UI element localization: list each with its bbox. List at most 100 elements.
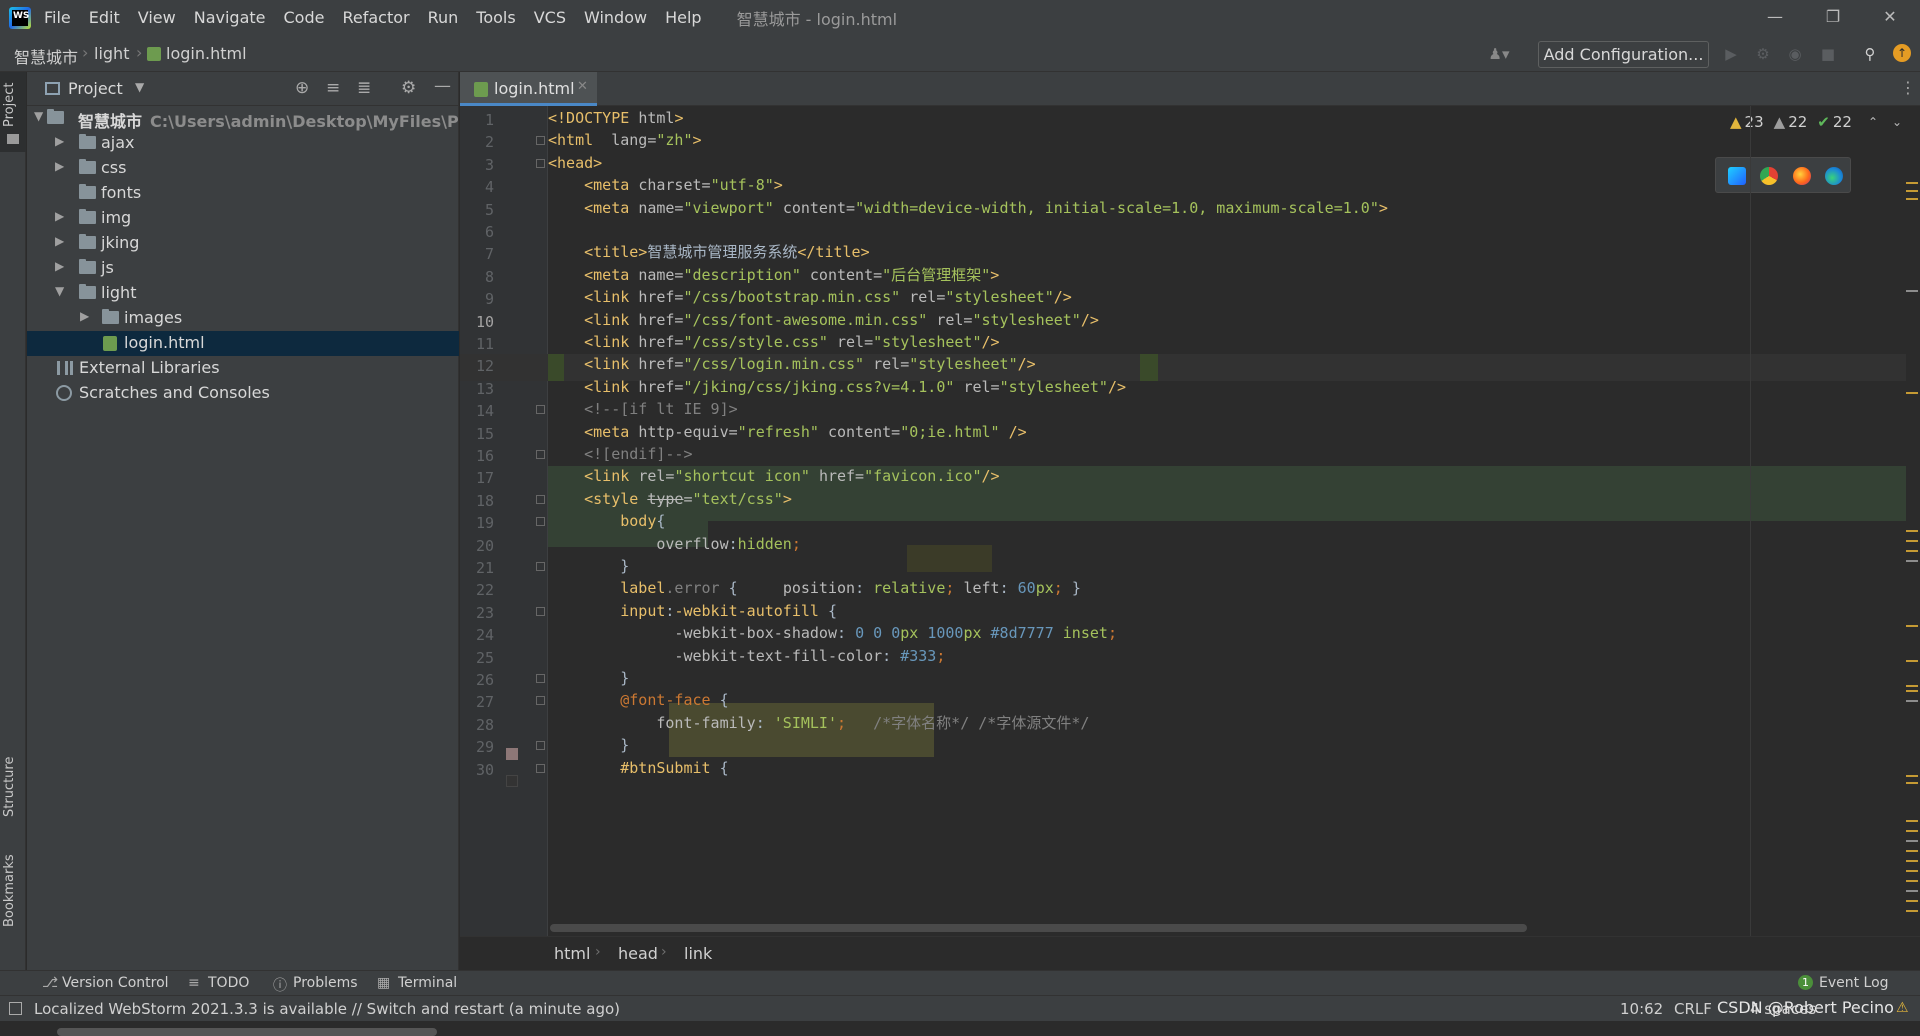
chevron-down-icon[interactable]: ▼ <box>34 109 43 123</box>
menu-code[interactable]: Code <box>275 0 334 36</box>
stripe-mark[interactable] <box>1906 700 1918 702</box>
stripe-mark[interactable] <box>1906 820 1918 822</box>
breadcrumb-project[interactable]: 智慧城市 <box>14 44 78 68</box>
chevron-right-icon[interactable]: ▶ <box>55 234 64 248</box>
breadcrumb-file[interactable]: login.html <box>166 44 247 63</box>
expand-all-icon[interactable]: ≡ <box>326 78 340 98</box>
restore-icon[interactable]: ❐ <box>1803 0 1863 36</box>
minimize-icon[interactable]: — <box>1745 0 1805 36</box>
edge-icon[interactable] <box>1825 167 1843 185</box>
fold-marker-icon[interactable] <box>536 450 545 459</box>
gear-icon[interactable]: ⚙ <box>401 78 416 98</box>
fold-marker-icon[interactable] <box>536 674 545 683</box>
close-window-icon[interactable]: ✕ <box>1860 0 1920 36</box>
menu-run[interactable]: Run <box>419 0 468 36</box>
stripe-mark[interactable] <box>1906 910 1918 912</box>
collapse-all-icon[interactable]: ≣ <box>357 78 371 98</box>
stripe-mark[interactable] <box>1906 190 1918 192</box>
crumb-html[interactable]: html <box>554 944 590 963</box>
stripe-mark[interactable] <box>1906 880 1918 882</box>
stripe-mark[interactable] <box>1906 830 1918 832</box>
tool-windows-toggle-icon[interactable] <box>9 1002 22 1015</box>
tree-item-fonts[interactable]: fonts <box>27 181 459 206</box>
firefox-icon[interactable] <box>1793 167 1811 185</box>
fold-marker-icon[interactable] <box>536 494 545 504</box>
chevron-right-icon[interactable]: ▶ <box>55 259 64 273</box>
fold-marker-icon[interactable] <box>536 562 545 571</box>
fold-marker-icon[interactable] <box>536 696 545 706</box>
project-panel-title[interactable]: Project <box>68 79 123 98</box>
tree-item-js[interactable]: ▶ js <box>27 256 459 281</box>
more-options-icon[interactable]: ⋮ <box>1900 78 1916 97</box>
error-stripe[interactable] <box>1906 106 1920 936</box>
tab-login-html[interactable]: login.html ✕ <box>460 72 597 106</box>
inspection-widget[interactable]: ▲ 23 ▲ 22 ✔ 22 ⌃ ⌄ <box>1730 111 1902 133</box>
line-separator[interactable]: CRLF <box>1674 1000 1712 1018</box>
stripe-mark[interactable] <box>1906 870 1918 872</box>
problems-tab[interactable]: Problems <box>293 975 358 991</box>
terminal-tab[interactable]: Terminal <box>398 975 457 991</box>
add-configuration-button[interactable]: Add Configuration... <box>1538 41 1709 68</box>
stripe-mark[interactable] <box>1906 860 1918 862</box>
chevron-right-icon[interactable]: ▶ <box>55 159 64 173</box>
stripe-mark[interactable] <box>1906 198 1918 200</box>
stripe-mark[interactable] <box>1906 850 1918 852</box>
hide-panel-icon[interactable]: — <box>434 76 451 96</box>
event-log-tab[interactable]: Event Log <box>1819 975 1889 991</box>
chevron-right-icon[interactable]: ▶ <box>55 134 64 148</box>
chevron-down-icon[interactable]: ▼ <box>55 284 64 298</box>
menu-navigate[interactable]: Navigate <box>185 0 275 36</box>
fold-marker-icon[interactable] <box>536 158 545 168</box>
update-icon[interactable]: ↑ <box>1893 44 1911 62</box>
fold-marker-icon[interactable] <box>536 741 545 751</box>
stripe-mark[interactable] <box>1906 782 1918 784</box>
chevron-down-icon[interactable]: ▼ <box>135 80 144 94</box>
locate-file-icon[interactable]: ⊕ <box>295 78 309 98</box>
breadcrumb-folder[interactable]: light <box>94 44 129 63</box>
fold-marker-icon[interactable] <box>536 763 545 773</box>
stripe-mark[interactable] <box>1906 690 1918 692</box>
tree-item-img[interactable]: ▶ img <box>27 206 459 231</box>
caret-position[interactable]: 10:62 <box>1620 1000 1663 1018</box>
chrome-icon[interactable] <box>1760 167 1778 185</box>
todo-tab[interactable]: TODO <box>208 975 249 991</box>
stripe-mark[interactable] <box>1906 530 1918 532</box>
previous-highlight-icon[interactable]: ⌃ <box>1868 115 1878 129</box>
color-swatch-icon[interactable] <box>506 748 518 760</box>
fold-marker-icon[interactable] <box>536 606 545 616</box>
menu-view[interactable]: View <box>129 0 185 36</box>
tree-item-external-libraries[interactable]: External Libraries <box>27 356 459 381</box>
chevron-right-icon[interactable]: ▶ <box>55 209 64 223</box>
tree-item-jking[interactable]: ▶ jking <box>27 231 459 256</box>
tree-item-project-root[interactable]: ▼ 智慧城市 C:\Users\admin\Desktop\MyFiles\Pro… <box>27 106 533 131</box>
stripe-mark[interactable] <box>1906 550 1918 552</box>
menu-window[interactable]: Window <box>575 0 656 36</box>
tree-item-login-html[interactable]: login.html <box>27 331 459 356</box>
tree-item-ajax[interactable]: ▶ ajax <box>27 131 459 156</box>
stripe-mark[interactable] <box>1906 900 1918 902</box>
menu-vcs[interactable]: VCS <box>525 0 575 36</box>
stripe-mark[interactable] <box>1906 540 1918 542</box>
project-horizontal-scrollbar[interactable] <box>57 1028 437 1036</box>
debug-icon[interactable]: ⚙ <box>1753 44 1773 64</box>
coverage-icon[interactable]: ◉ <box>1785 44 1805 64</box>
stripe-mark[interactable] <box>1906 290 1918 292</box>
notifications-icon[interactable]: ⚠ <box>1896 1000 1909 1016</box>
code-editor[interactable]: <!DOCTYPE html> <html lang="zh"> <head> <m… <box>548 106 1920 936</box>
version-control-tab[interactable]: Version Control <box>62 975 169 991</box>
close-tab-icon[interactable]: ✕ <box>577 79 588 94</box>
stripe-mark[interactable] <box>1906 840 1918 842</box>
menu-help[interactable]: Help <box>656 0 710 36</box>
fold-marker-icon[interactable] <box>536 517 545 527</box>
chevron-right-icon[interactable]: ▶ <box>80 309 89 323</box>
webstorm-preview-icon[interactable] <box>1728 167 1746 185</box>
crumb-link[interactable]: link <box>684 944 712 963</box>
tree-item-light[interactable]: ▼ light <box>27 281 459 306</box>
tree-item-images[interactable]: ▶ images <box>27 306 459 331</box>
stripe-mark[interactable] <box>1906 560 1918 562</box>
stripe-mark[interactable] <box>1906 685 1918 687</box>
tree-item-scratches[interactable]: Scratches and Consoles <box>27 381 459 406</box>
search-icon[interactable]: ⚲ <box>1860 44 1880 64</box>
crumb-head[interactable]: head <box>618 944 658 963</box>
color-swatch-icon[interactable] <box>506 775 518 787</box>
